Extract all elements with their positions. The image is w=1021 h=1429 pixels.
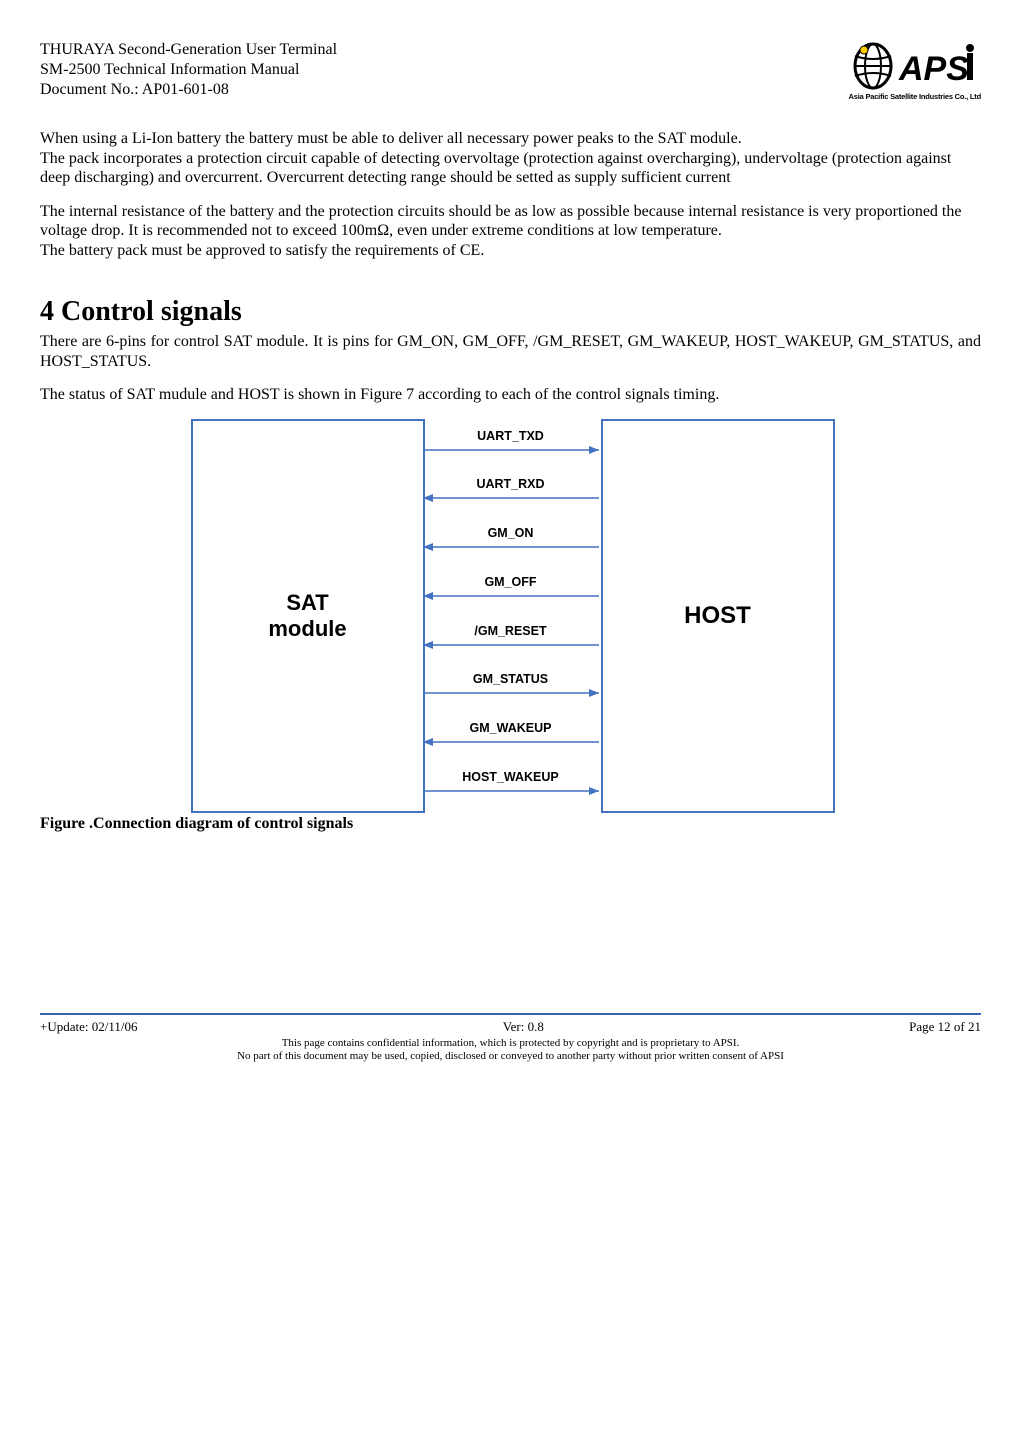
signal-row: GM_WAKEUP bbox=[423, 721, 599, 747]
footer-row: +Update: 02/11/06 Ver: 0.8 Page 12 of 21 bbox=[40, 1019, 981, 1035]
host-box: HOST bbox=[601, 419, 835, 813]
section-heading: 4 Control signals bbox=[40, 296, 981, 328]
paragraph: When using a Li-Ion battery the battery … bbox=[40, 129, 981, 149]
diagram-container: SAT module HOST UART_TXD UART_RXD GM_ON GM_… bbox=[40, 419, 981, 809]
signal-lines: UART_TXD UART_RXD GM_ON GM_OFF/GM_RESET GM_S… bbox=[423, 419, 599, 809]
body-block-1: When using a Li-Ion battery the battery … bbox=[40, 129, 981, 188]
footer-small-1: This page contains confidential informat… bbox=[40, 1037, 981, 1050]
connection-diagram: SAT module HOST UART_TXD UART_RXD GM_ON GM_… bbox=[191, 419, 831, 809]
signal-label: UART_RXD bbox=[423, 477, 599, 491]
logo-subtext: Asia Pacific Satellite Industries Co., L… bbox=[849, 92, 981, 101]
sat-label-1: SAT bbox=[286, 590, 328, 616]
arrow-left-icon bbox=[423, 493, 599, 503]
svg-text:APS: APS bbox=[898, 50, 969, 88]
sat-module-box: SAT module bbox=[191, 419, 425, 813]
figure-caption: Figure .Connection diagram of control si… bbox=[40, 815, 981, 833]
signal-row: GM_ON bbox=[423, 526, 599, 552]
footer-center: Ver: 0.8 bbox=[503, 1019, 544, 1035]
arrow-right-icon bbox=[423, 445, 599, 455]
signal-row: /GM_RESET bbox=[423, 624, 599, 650]
footer-right: Page 12 of 21 bbox=[909, 1019, 981, 1035]
section-para-1: There are 6-pins for control SAT module.… bbox=[40, 332, 981, 371]
signal-label: GM_WAKEUP bbox=[423, 721, 599, 735]
page-header: THURAYA Second-Generation User Terminal … bbox=[40, 40, 981, 101]
signal-row: HOST_WAKEUP bbox=[423, 770, 599, 796]
arrow-right-icon bbox=[423, 786, 599, 796]
host-label: HOST bbox=[684, 602, 751, 630]
arrow-left-icon bbox=[423, 591, 599, 601]
arrow-left-icon bbox=[423, 737, 599, 747]
arrow-left-icon bbox=[423, 542, 599, 552]
signal-row: GM_OFF bbox=[423, 575, 599, 601]
signal-label: GM_OFF bbox=[423, 575, 599, 589]
signal-label: HOST_WAKEUP bbox=[423, 770, 599, 784]
signal-row: UART_TXD bbox=[423, 429, 599, 455]
signal-label: UART_TXD bbox=[423, 429, 599, 443]
footer-rule bbox=[40, 1013, 981, 1015]
header-text: THURAYA Second-Generation User Terminal … bbox=[40, 40, 337, 100]
header-line-3: Document No.: AP01-601-08 bbox=[40, 80, 337, 100]
arrow-left-icon bbox=[423, 640, 599, 650]
sat-label-2: module bbox=[268, 616, 346, 642]
apsi-logo-icon: APS bbox=[849, 40, 979, 92]
header-line-2: SM-2500 Technical Information Manual bbox=[40, 60, 337, 80]
signal-label: GM_ON bbox=[423, 526, 599, 540]
paragraph: The pack incorporates a protection circu… bbox=[40, 149, 981, 188]
section-para-2: The status of SAT mudule and HOST is sho… bbox=[40, 385, 981, 405]
arrow-right-icon bbox=[423, 688, 599, 698]
header-line-1: THURAYA Second-Generation User Terminal bbox=[40, 40, 337, 60]
paragraph: The internal resistance of the battery a… bbox=[40, 202, 981, 241]
signal-label: GM_STATUS bbox=[423, 672, 599, 686]
logo: APS Asia Pacific Satellite Industries Co… bbox=[849, 40, 981, 101]
signal-row: GM_STATUS bbox=[423, 672, 599, 698]
signal-row: UART_RXD bbox=[423, 477, 599, 503]
footer-confidential: This page contains confidential informat… bbox=[40, 1037, 981, 1063]
paragraph: The battery pack must be approved to sat… bbox=[40, 241, 981, 261]
body-block-2: The internal resistance of the battery a… bbox=[40, 202, 981, 261]
footer-small-2: No part of this document may be used, co… bbox=[40, 1050, 981, 1063]
footer-left: +Update: 02/11/06 bbox=[40, 1019, 137, 1035]
signal-label: /GM_RESET bbox=[423, 624, 599, 638]
